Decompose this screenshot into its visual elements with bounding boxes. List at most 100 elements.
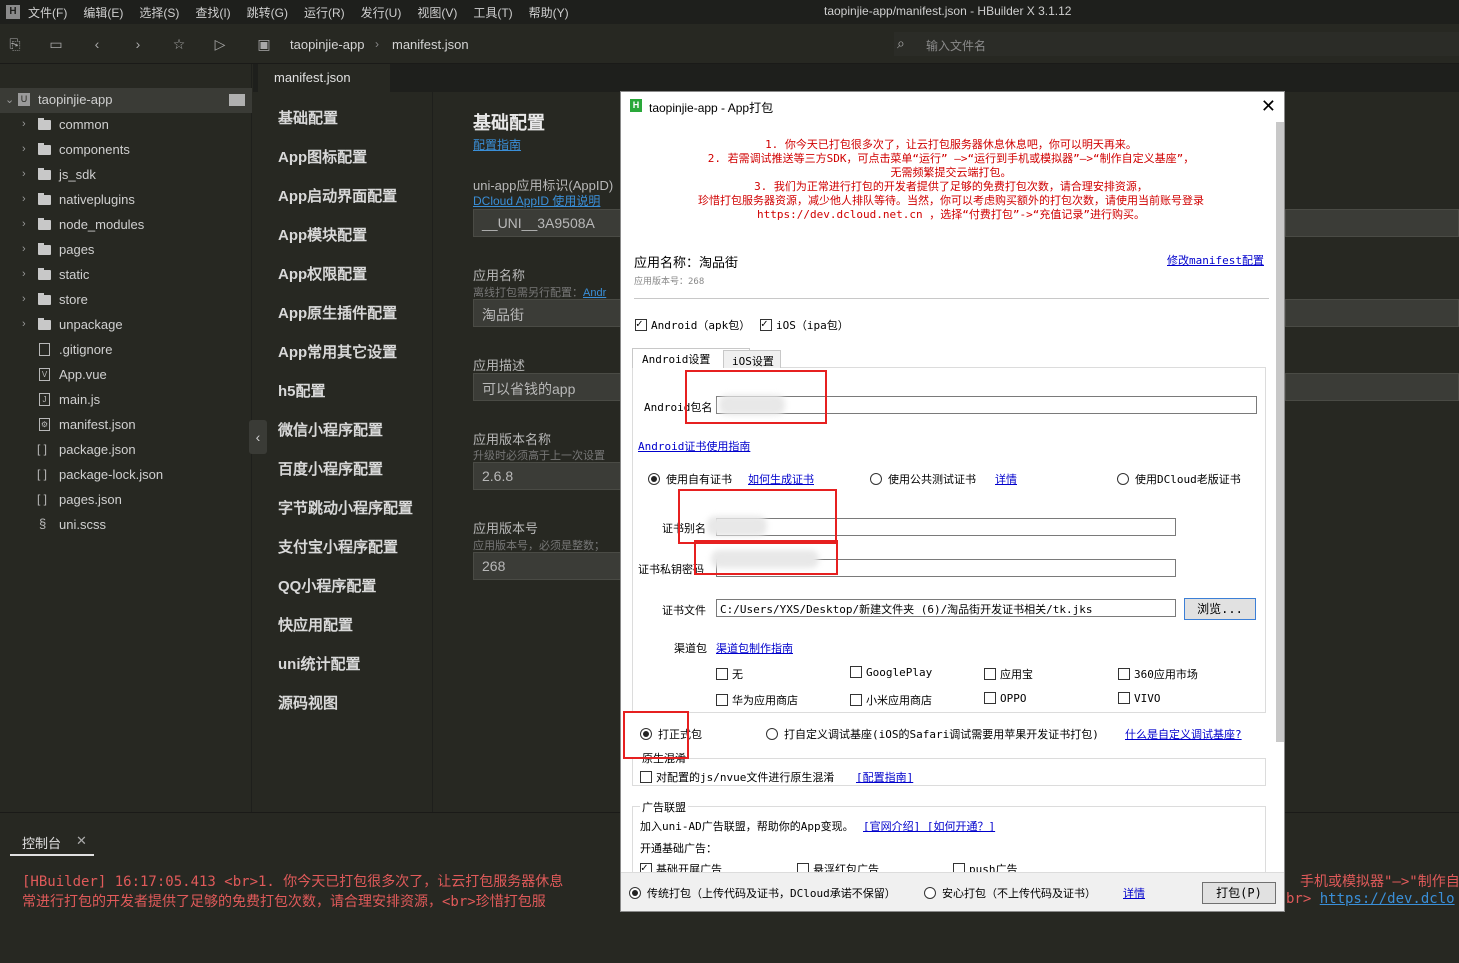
tree-folder[interactable]: › common xyxy=(0,113,252,138)
back-icon[interactable]: ‹ xyxy=(89,36,105,52)
nav-app-other[interactable]: App常用其它设置 xyxy=(278,341,397,362)
menu-goto[interactable]: 跳转(G) xyxy=(247,4,288,21)
pack-safe-radio[interactable]: 安心打包（不上传代码及证书） xyxy=(924,885,1096,901)
appid-help-link[interactable]: DCloud AppID 使用说明 xyxy=(473,192,600,209)
menu-view[interactable]: 视图(V) xyxy=(417,4,457,21)
nav-app-splash[interactable]: App启动界面配置 xyxy=(278,185,397,206)
tab-ios-settings[interactable]: iOS设置 xyxy=(723,350,781,368)
dialog-scrollbar[interactable] xyxy=(1276,122,1284,742)
channel-yingyongbao-checkbox[interactable]: 应用宝 xyxy=(984,666,1033,682)
tree-file[interactable]: [ ] package-lock.json xyxy=(0,463,252,488)
tab-manifest-json[interactable]: manifest.json xyxy=(258,64,390,92)
version-code-hint: 应用版本号，必须是整数； xyxy=(473,540,605,552)
forward-icon[interactable]: › xyxy=(130,36,146,52)
channel-none-checkbox[interactable]: 无 xyxy=(716,666,743,682)
version-name-field[interactable]: 2.6.8 xyxy=(473,462,633,490)
tree-folder[interactable]: › unpackage xyxy=(0,313,252,338)
menu-select[interactable]: 选择(S) xyxy=(139,4,179,21)
channel-googleplay-checkbox[interactable]: GooglePlay xyxy=(850,666,932,679)
channel-huawei-checkbox[interactable]: 华为应用商店 xyxy=(716,692,798,708)
nav-app-modules[interactable]: App模块配置 xyxy=(278,224,367,245)
pack-button[interactable]: 打包(P) xyxy=(1202,882,1276,904)
appid-field[interactable]: __UNI__3A9508A xyxy=(473,209,633,237)
nav-app-native-plugins[interactable]: App原生插件配置 xyxy=(278,302,397,323)
menu-find[interactable]: 查找(I) xyxy=(195,4,230,21)
tree-file[interactable]: ⚙ manifest.json xyxy=(0,413,252,438)
tree-folder[interactable]: › components xyxy=(0,138,252,163)
menu-help[interactable]: 帮助(Y) xyxy=(529,4,569,21)
offline-config-link[interactable]: Andr xyxy=(583,287,606,299)
channel-oppo-checkbox[interactable]: OPPO xyxy=(984,692,1027,705)
obfuscate-checkbox[interactable]: 对配置的js/nvue文件进行原生混淆 xyxy=(640,769,834,785)
menu-file[interactable]: 文件(F) xyxy=(28,4,67,21)
cert-guide-link[interactable]: Android证书使用指南 xyxy=(638,438,750,454)
cert-own-radio[interactable]: 使用自有证书 xyxy=(648,471,732,487)
mode-custom-radio[interactable]: 打自定义调试基座(iOS的Safari调试需要用苹果开发证书打包) xyxy=(766,726,1099,742)
collapse-nav-button[interactable]: ‹ xyxy=(249,420,267,454)
custom-base-help-link[interactable]: 什么是自定义调试基座? xyxy=(1125,726,1242,742)
nav-uni-stat[interactable]: uni统计配置 xyxy=(278,653,361,674)
channel-360-checkbox[interactable]: 360应用市场 xyxy=(1118,666,1198,682)
channel-vivo-checkbox[interactable]: VIVO xyxy=(1118,692,1161,705)
menu-publish[interactable]: 发行(U) xyxy=(361,4,402,21)
app-desc-field[interactable]: 可以省钱的app xyxy=(473,373,633,401)
console-url-link[interactable]: https://dev.dclo xyxy=(1320,891,1455,907)
nav-app-icon[interactable]: App图标配置 xyxy=(278,146,367,167)
tree-root[interactable]: ⌄ U taopinjie-app xyxy=(0,88,252,113)
console-tab[interactable]: 控制台 xyxy=(22,833,61,852)
platform-android-checkbox[interactable]: Android（apk包） xyxy=(635,317,750,333)
menu-run[interactable]: 运行(R) xyxy=(304,4,345,21)
nav-app-permissions[interactable]: App权限配置 xyxy=(278,263,367,284)
channel-guide-link[interactable]: 渠道包制作指南 xyxy=(716,640,793,656)
edit-manifest-link[interactable]: 修改manifest配置 xyxy=(1167,252,1264,268)
breadcrumb-project[interactable]: taopinjie-app xyxy=(290,37,364,52)
new-file-icon[interactable]: ⎘ xyxy=(7,36,23,52)
menu-edit[interactable]: 编辑(E) xyxy=(83,4,123,21)
browse-button[interactable]: 浏览... xyxy=(1184,598,1256,620)
channel-xiaomi-checkbox[interactable]: 小米应用商店 xyxy=(850,692,932,708)
nav-toutiao[interactable]: 字节跳动小程序配置 xyxy=(278,497,413,518)
tree-file[interactable]: V App.vue xyxy=(0,363,252,388)
cert-public-radio[interactable]: 使用公共测试证书 xyxy=(870,471,976,487)
tree-file[interactable]: [ ] pages.json xyxy=(0,488,252,513)
obfuscate-guide-link[interactable]: [配置指南] xyxy=(856,769,913,785)
platform-ios-checkbox[interactable]: iOS（ipa包） xyxy=(760,317,849,333)
close-icon[interactable]: ✕ xyxy=(76,833,87,849)
version-code-field[interactable]: 268 xyxy=(473,552,633,580)
tree-file[interactable]: [ ] package.json xyxy=(0,438,252,463)
run-icon[interactable]: ▷ xyxy=(212,36,228,52)
nav-h5[interactable]: h5配置 xyxy=(278,380,326,401)
nav-quickapp[interactable]: 快应用配置 xyxy=(278,614,353,635)
cert-detail-link[interactable]: 详情 xyxy=(995,471,1017,487)
menu-tools[interactable]: 工具(T) xyxy=(473,4,512,21)
cert-old-radio[interactable]: 使用DCloud老版证书 xyxy=(1117,471,1241,487)
cert-how-link[interactable]: 如何生成证书 xyxy=(748,471,814,487)
close-icon[interactable]: ✕ xyxy=(1261,96,1276,117)
app-name-field[interactable]: 淘品街 xyxy=(473,299,633,327)
file-search-input[interactable]: ⌕ 输入文件名 xyxy=(894,32,1459,56)
tree-folder[interactable]: › static xyxy=(0,263,252,288)
nav-qq[interactable]: QQ小程序配置 xyxy=(278,575,376,596)
nav-baidu[interactable]: 百度小程序配置 xyxy=(278,458,383,479)
save-icon[interactable]: ▭ xyxy=(48,36,64,52)
tree-file[interactable]: § uni.scss xyxy=(0,513,252,538)
nav-source-view[interactable]: 源码视图 xyxy=(278,692,338,713)
star-icon[interactable]: ☆ xyxy=(171,36,187,52)
tree-folder[interactable]: › js_sdk xyxy=(0,163,252,188)
nav-basic[interactable]: 基础配置 xyxy=(278,107,338,128)
tree-file[interactable]: Jmain.js xyxy=(0,388,252,413)
cert-file-field[interactable]: C:/Users/YXS/Desktop/新建文件夹 (6)/淘品街开发证书相关… xyxy=(716,599,1176,617)
tree-folder[interactable]: › node_modules xyxy=(0,213,252,238)
breadcrumb-file[interactable]: manifest.json xyxy=(392,37,469,52)
nav-alipay[interactable]: 支付宝小程序配置 xyxy=(278,536,398,557)
pack-detail-link[interactable]: 详情 xyxy=(1123,885,1145,901)
ad-links[interactable]: [官网介绍] [如何开通？] xyxy=(863,818,995,834)
tree-folder[interactable]: › pages xyxy=(0,238,252,263)
pack-traditional-radio[interactable]: 传统打包（上传代码及证书，DCloud承诺不保留） xyxy=(629,885,896,901)
tree-folder[interactable]: › nativeplugins xyxy=(0,188,252,213)
tree-folder[interactable]: › store xyxy=(0,288,252,313)
chevron-down-icon[interactable]: ⌄ xyxy=(5,93,14,106)
config-guide-link[interactable]: 配置指南 xyxy=(473,136,521,153)
nav-weixin[interactable]: 微信小程序配置 xyxy=(278,419,383,440)
tree-file[interactable]: .gitignore xyxy=(0,338,252,363)
